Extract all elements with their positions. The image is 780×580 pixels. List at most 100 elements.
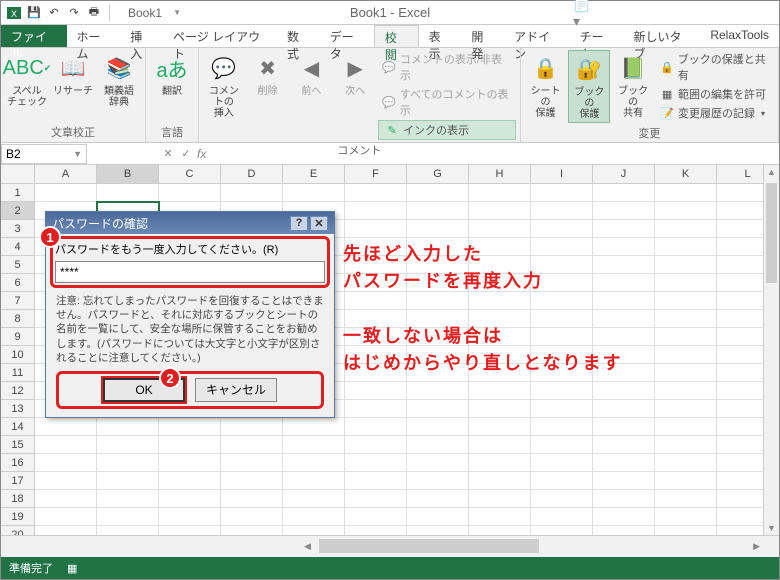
col-header-C[interactable]: C xyxy=(159,165,221,183)
row-header-11[interactable]: 11 xyxy=(1,364,35,382)
cell[interactable] xyxy=(655,346,717,364)
cell[interactable] xyxy=(97,526,159,535)
cell[interactable] xyxy=(97,490,159,508)
cell[interactable] xyxy=(469,220,531,238)
cell[interactable] xyxy=(407,418,469,436)
row-header-13[interactable]: 13 xyxy=(1,400,35,418)
cell[interactable] xyxy=(159,454,221,472)
allow-edit-ranges-button[interactable]: ▦範囲の編集を許可 xyxy=(656,85,774,103)
cell[interactable] xyxy=(221,508,283,526)
row-header-4[interactable]: 4 xyxy=(1,238,35,256)
cell[interactable] xyxy=(655,292,717,310)
cell[interactable] xyxy=(97,508,159,526)
cell[interactable] xyxy=(593,508,655,526)
tab-file[interactable]: ファイル xyxy=(1,25,67,47)
cell[interactable] xyxy=(345,400,407,418)
row-header-12[interactable]: 12 xyxy=(1,382,35,400)
cell[interactable] xyxy=(407,400,469,418)
cell[interactable] xyxy=(655,400,717,418)
cell[interactable] xyxy=(531,382,593,400)
cell[interactable] xyxy=(655,184,717,202)
formula-input[interactable] xyxy=(208,144,779,164)
cell[interactable] xyxy=(221,418,283,436)
cell[interactable] xyxy=(35,418,97,436)
col-header-G[interactable]: G xyxy=(407,165,469,183)
new-file-icon[interactable]: 📄▾ xyxy=(573,2,595,24)
cell[interactable] xyxy=(97,454,159,472)
spellcheck-button[interactable]: ABC✔スペルチェック xyxy=(5,50,49,110)
cell[interactable] xyxy=(35,508,97,526)
cell[interactable] xyxy=(469,526,531,535)
cell[interactable] xyxy=(221,472,283,490)
cell[interactable] xyxy=(531,490,593,508)
tab-data[interactable]: データ xyxy=(320,25,374,47)
cell[interactable] xyxy=(35,436,97,454)
select-all-corner[interactable] xyxy=(1,165,35,183)
thesaurus-button[interactable]: 📚類義語辞典 xyxy=(97,50,141,110)
cell[interactable] xyxy=(655,256,717,274)
show-ink-button[interactable]: ✎インクの表示 xyxy=(378,120,516,140)
row-header-5[interactable]: 5 xyxy=(1,256,35,274)
cell[interactable] xyxy=(469,436,531,454)
translate-button[interactable]: aあ翻訳 xyxy=(150,50,194,99)
row-header-16[interactable]: 16 xyxy=(1,454,35,472)
tab-insert[interactable]: 挿入 xyxy=(120,25,163,47)
row-header-14[interactable]: 14 xyxy=(1,418,35,436)
cell[interactable] xyxy=(531,202,593,220)
cell[interactable] xyxy=(407,472,469,490)
cell[interactable] xyxy=(221,526,283,535)
cell[interactable] xyxy=(593,382,655,400)
cell[interactable] xyxy=(345,220,407,238)
showhide-comment-button[interactable]: 💬コメントの表示/非表示 xyxy=(378,50,516,84)
research-button[interactable]: 📖リサーチ xyxy=(51,50,95,99)
cell[interactable] xyxy=(221,436,283,454)
save-icon[interactable]: 💾 xyxy=(25,4,43,22)
cell[interactable] xyxy=(283,436,345,454)
cell[interactable] xyxy=(593,436,655,454)
col-header-J[interactable]: J xyxy=(593,165,655,183)
cell[interactable] xyxy=(531,400,593,418)
cell[interactable] xyxy=(345,202,407,220)
cell[interactable] xyxy=(469,184,531,202)
showall-comments-button[interactable]: 💬すべてのコメントの表示 xyxy=(378,85,516,119)
cell[interactable] xyxy=(35,454,97,472)
cell[interactable] xyxy=(593,202,655,220)
cell[interactable] xyxy=(655,238,717,256)
cell[interactable] xyxy=(655,328,717,346)
cell[interactable] xyxy=(655,508,717,526)
cell[interactable] xyxy=(345,418,407,436)
cell[interactable] xyxy=(655,220,717,238)
cell[interactable] xyxy=(593,490,655,508)
cell[interactable] xyxy=(97,184,159,202)
cell[interactable] xyxy=(593,400,655,418)
add-sheet-button[interactable]: + xyxy=(126,538,144,556)
share-workbook-button[interactable]: 📗ブックの共有 xyxy=(612,50,654,121)
cell[interactable] xyxy=(593,526,655,535)
cell[interactable] xyxy=(283,508,345,526)
name-box[interactable]: B2▼ xyxy=(1,144,87,164)
cell[interactable] xyxy=(593,418,655,436)
fx-icon[interactable]: fx xyxy=(195,147,208,161)
cell[interactable] xyxy=(345,382,407,400)
new-comment-button[interactable]: 💬コメントの挿入 xyxy=(203,50,245,121)
row-header-17[interactable]: 17 xyxy=(1,472,35,490)
col-header-F[interactable]: F xyxy=(345,165,407,183)
cell[interactable] xyxy=(35,526,97,535)
row-header-18[interactable]: 18 xyxy=(1,490,35,508)
col-header-K[interactable]: K xyxy=(655,165,717,183)
cell[interactable] xyxy=(345,508,407,526)
cell[interactable] xyxy=(469,472,531,490)
cell[interactable] xyxy=(593,472,655,490)
protect-share-button[interactable]: 🔒ブックの保護と共有 xyxy=(656,50,774,84)
col-header-D[interactable]: D xyxy=(221,165,283,183)
sheet-nav-prev[interactable]: ◀ xyxy=(5,541,21,552)
cell[interactable] xyxy=(469,382,531,400)
tab-home[interactable]: ホーム xyxy=(67,25,121,47)
cell[interactable] xyxy=(283,490,345,508)
cell[interactable] xyxy=(283,472,345,490)
track-changes-button[interactable]: 📝変更履歴の記録▾ xyxy=(656,104,774,122)
col-header-B[interactable]: B xyxy=(97,165,159,183)
cell[interactable] xyxy=(159,526,221,535)
tab-developer[interactable]: 開発 xyxy=(461,25,504,47)
enter-formula-icon[interactable]: ✓ xyxy=(177,147,195,160)
